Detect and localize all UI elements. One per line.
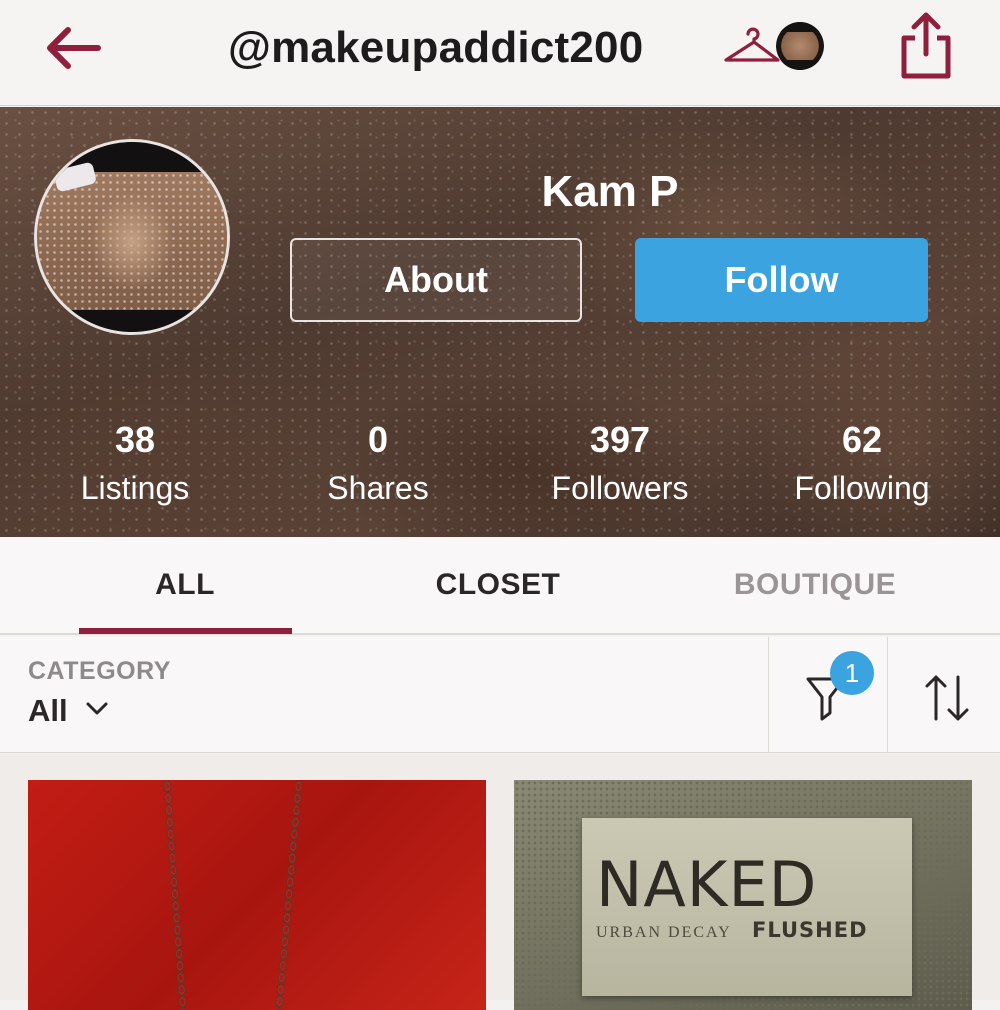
stat-shares[interactable]: 0 Shares: [257, 419, 499, 515]
profile-name: Kam P: [541, 167, 679, 216]
username-title: @makeupaddict200: [228, 23, 644, 72]
listing-card[interactable]: NAKED URBAN DECAY FLUSHED: [514, 780, 972, 1010]
closet-tabs: ALL CLOSET BOUTIQUE: [0, 537, 1000, 635]
stat-value: 38: [114, 419, 156, 460]
sort-arrows-icon[interactable]: [920, 671, 974, 725]
stat-following[interactable]: 62 Following: [741, 419, 983, 515]
divider: [768, 637, 769, 753]
stat-label: Following: [794, 470, 930, 506]
necklace-chain: [161, 780, 189, 1010]
hanger-icon[interactable]: [722, 24, 782, 66]
follow-button[interactable]: Follow: [635, 238, 928, 322]
palette-sub-text: URBAN DECAY: [596, 924, 732, 941]
profile-stats: 38 Listings 0 Shares 397 Followers 62 Fo…: [0, 419, 1000, 519]
stat-label: Shares: [327, 470, 429, 506]
listing-card[interactable]: [28, 780, 486, 1010]
avatar-letterbox-bottom: [37, 310, 227, 332]
stat-listings[interactable]: 38 Listings: [14, 419, 256, 515]
palette-brand-text: NAKED: [596, 848, 818, 921]
category-dropdown[interactable]: All: [28, 693, 68, 729]
profile-avatar[interactable]: [34, 139, 230, 335]
filter-count-badge: 1: [830, 651, 874, 695]
stat-value: 62: [841, 419, 883, 460]
filter-bar: CATEGORY All 1: [0, 637, 1000, 753]
stat-value: 0: [367, 419, 389, 460]
listings-grid: NAKED URBAN DECAY FLUSHED: [0, 754, 1000, 1010]
tab-all[interactable]: ALL: [80, 537, 290, 635]
tab-closet[interactable]: CLOSET: [398, 537, 598, 635]
tab-boutique[interactable]: BOUTIQUE: [708, 537, 922, 635]
necklace-chain: [273, 780, 305, 1010]
about-button[interactable]: About: [290, 238, 582, 322]
category-label: CATEGORY: [28, 657, 171, 685]
share-icon[interactable]: [896, 10, 956, 82]
top-nav-bar: @makeupaddict200: [0, 0, 1000, 106]
avatar-photo: [37, 172, 227, 316]
avatar-mini[interactable]: [776, 22, 824, 70]
palette-photo: NAKED URBAN DECAY FLUSHED: [582, 818, 912, 996]
chevron-down-icon[interactable]: [84, 699, 110, 719]
profile-cover: Kam P About Follow 38 Listings 0 Shares …: [0, 107, 1000, 537]
stat-value: 397: [589, 419, 651, 460]
stat-label: Followers: [551, 470, 689, 506]
divider: [887, 637, 888, 753]
stat-label: Listings: [80, 470, 190, 506]
palette-line-text: FLUSHED: [752, 918, 868, 942]
active-tab-indicator: [79, 628, 292, 634]
stat-followers[interactable]: 397 Followers: [499, 419, 741, 515]
back-arrow-icon[interactable]: [36, 20, 108, 76]
